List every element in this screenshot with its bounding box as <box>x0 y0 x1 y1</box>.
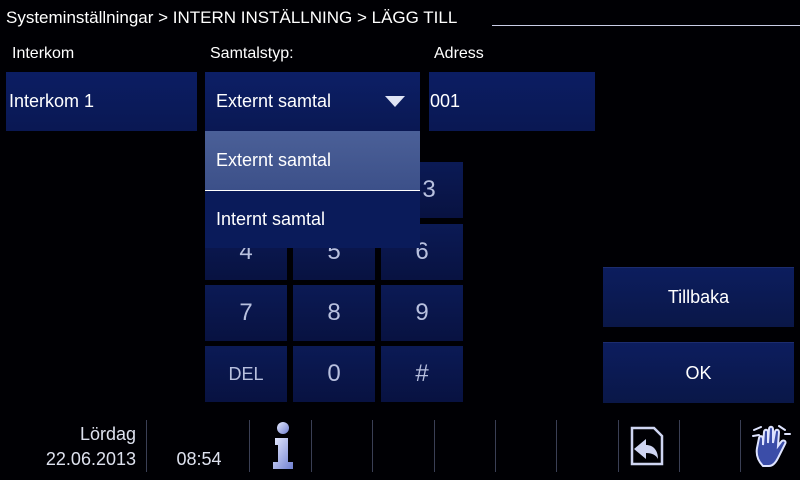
status-separator <box>434 420 435 472</box>
intercom-field[interactable]: Interkom 1 <box>6 72 197 131</box>
keypad-key-hash[interactable]: # <box>381 346 463 402</box>
keypad-key-0[interactable]: 0 <box>293 346 375 402</box>
address-label: Adress <box>434 45 484 62</box>
status-separator <box>146 420 147 472</box>
clock: 08:54 <box>176 449 222 469</box>
cleaning-hand-icon <box>752 425 791 467</box>
status-separator <box>679 420 680 472</box>
call-type-label: Samtalstyp: <box>210 45 294 62</box>
call-type-value: Externt samtal <box>216 91 332 111</box>
status-separator <box>618 420 619 472</box>
ok-button[interactable]: OK <box>603 342 794 403</box>
dropdown-option-external[interactable]: Externt samtal <box>205 131 420 190</box>
status-separator <box>740 420 741 472</box>
weekday: Lördag <box>79 424 136 444</box>
dropdown-option-internal[interactable]: Internt samtal <box>205 191 420 248</box>
chevron-down-icon[interactable] <box>385 96 405 107</box>
status-separator <box>311 420 312 472</box>
keypad-key-8[interactable]: 8 <box>293 285 375 341</box>
keypad-key-7[interactable]: 7 <box>205 285 287 341</box>
address-value: 001 <box>430 91 461 111</box>
header-divider <box>492 25 800 26</box>
status-separator <box>556 420 557 472</box>
info-button[interactable] <box>255 418 310 474</box>
breadcrumb: Systeminställningar > INTERN INSTÄLLNING… <box>6 8 458 27</box>
status-separator <box>372 420 373 472</box>
sd-card-back-icon <box>630 426 664 466</box>
status-separator <box>249 420 250 472</box>
back-button[interactable]: Tillbaka <box>603 267 794 327</box>
date: 22.06.2013 <box>45 449 136 469</box>
cleaning-button[interactable] <box>744 418 798 474</box>
intercom-value: Interkom 1 <box>9 91 95 111</box>
keypad-key-9[interactable]: 9 <box>381 285 463 341</box>
address-field[interactable]: 001 <box>429 72 595 131</box>
keypad-key-del[interactable]: DEL <box>205 346 287 402</box>
intercom-label: Interkom <box>12 45 75 62</box>
status-separator <box>495 420 496 472</box>
info-icon <box>272 422 293 469</box>
sd-back-button[interactable] <box>620 418 670 474</box>
